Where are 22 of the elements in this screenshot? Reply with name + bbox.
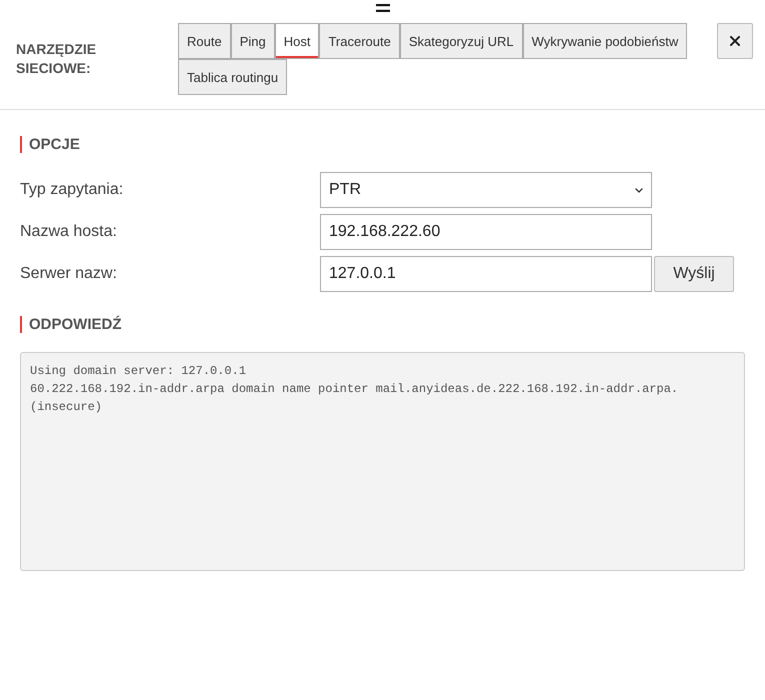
close-button[interactable] [717, 23, 753, 59]
tab[interactable]: Traceroute [319, 23, 400, 59]
send-button[interactable]: Wyślij [654, 256, 734, 292]
drag-handle-icon[interactable] [376, 4, 390, 12]
tab[interactable]: Skategoryzuj URL [400, 23, 523, 59]
field-label: Typ zapytania: [20, 181, 124, 199]
field-label: Nazwa hosta: [20, 223, 118, 241]
section-heading: OPCJE [20, 136, 80, 153]
tab[interactable]: Wykrywanie podobieństw [522, 23, 688, 59]
tab[interactable]: Ping [230, 23, 275, 59]
tab[interactable]: Host [274, 23, 320, 59]
query-type-select[interactable]: PTR [320, 172, 652, 208]
tab[interactable]: Tablica routingu [178, 59, 288, 95]
response-output-field[interactable]: Using domain server: 127.0.0.1 60.222.168.192.in-addr.arpa domain name pointer mail.anyideas.de.222.168.192.in-addr.arpa. (insecure) [20, 352, 745, 571]
input-field[interactable]: 192.168.222.60 [320, 214, 652, 250]
field-label: Serwer nazw: [20, 265, 118, 283]
panel-title: NARZĘDZIE SIECIOWE: [16, 40, 98, 78]
section-heading: ODPOWIEDŹ [20, 316, 122, 333]
chevron-down-icon [635, 188, 643, 192]
input-field[interactable]: 127.0.0.1 [320, 256, 652, 292]
close-icon [730, 36, 740, 46]
tab[interactable]: Route [178, 23, 231, 59]
